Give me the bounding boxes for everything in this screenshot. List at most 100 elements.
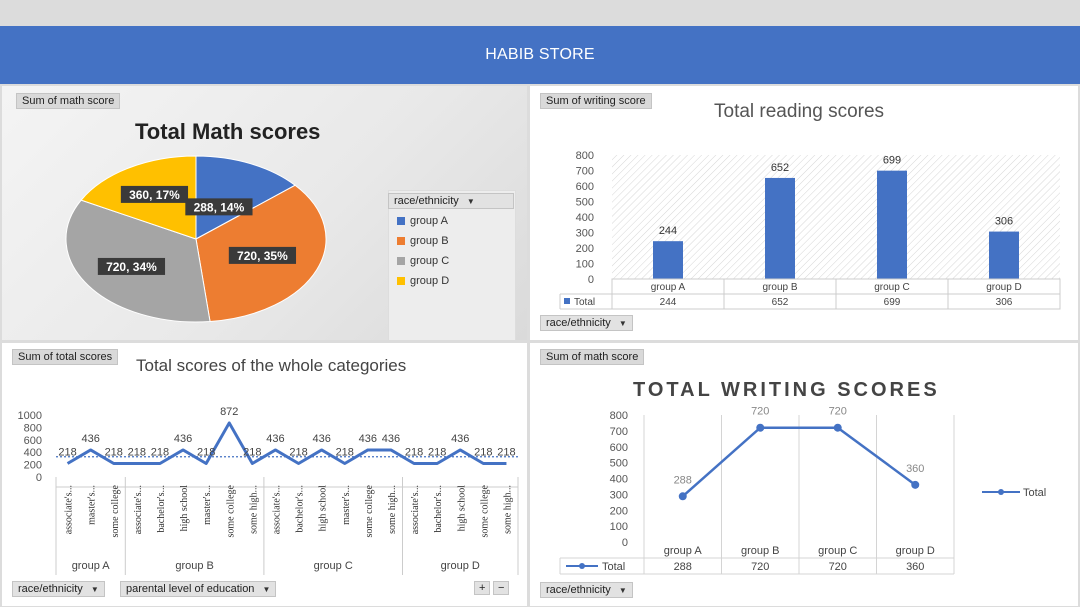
y-tick-label: 400 (576, 212, 594, 224)
x-category-label: master's... (87, 485, 98, 525)
group-label: group B (175, 560, 214, 572)
collapse-button[interactable]: − (493, 581, 510, 595)
legend-item: group A (397, 215, 448, 227)
y-tick-label: 800 (24, 422, 42, 434)
x-category-label: group A (664, 545, 703, 557)
top-strip (0, 0, 1080, 26)
legend-item: group B (397, 235, 449, 247)
total-line-chart: 02004006008001000 218 436 218 218 218 436 218 87… (18, 406, 519, 575)
data-label: 436 (266, 433, 284, 445)
legend-label: group C (410, 255, 450, 267)
data-label: 218 (289, 446, 307, 458)
x-category-label: bachelor's... (295, 485, 306, 533)
data-label: 244 (659, 225, 677, 237)
x-category-label: some high... (387, 485, 398, 534)
legend-swatch (397, 277, 405, 285)
x-category-label: group B (741, 545, 780, 557)
x-category-label: bachelor's... (433, 485, 444, 533)
legend-label: group B (410, 235, 449, 247)
data-label: 218 (105, 446, 123, 458)
legend-swatch (564, 298, 570, 304)
y-tick-label: 1000 (18, 410, 42, 422)
y-tick-label: 200 (576, 243, 594, 255)
data-label: 436 (174, 433, 192, 445)
data-label: 360 (906, 463, 924, 475)
data-label: 218 (151, 446, 169, 458)
y-tick-label: 700 (610, 426, 628, 438)
legend-marker (998, 489, 1004, 495)
x-category-label: high school (456, 485, 467, 532)
data-label: 218 (243, 446, 261, 458)
y-tick-label: 400 (24, 447, 42, 459)
expand-button[interactable]: + (474, 581, 491, 595)
x-category-label: associate's... (271, 485, 282, 534)
writing-line-chart: 0 100 200 300 400 500 600 700 800 288 720 720 360 gro… (559, 406, 1046, 575)
x-category-label: group B (762, 282, 797, 293)
y-tick-label: 400 (610, 474, 628, 486)
y-tick-label: 300 (576, 228, 594, 240)
dropdown-arrow-icon: ▼ (90, 585, 99, 594)
axis-field-button-2[interactable]: parental level of education ▼ (120, 581, 277, 597)
x-category-label: associate's... (410, 485, 421, 534)
axis-field-label: race/ethnicity (18, 583, 83, 595)
bar (765, 177, 795, 279)
legend-field-button[interactable]: race/ethnicity ▼ (388, 193, 514, 209)
data-label: 436 (81, 433, 99, 445)
data-point (678, 492, 687, 501)
legend-item: group C (397, 255, 449, 267)
y-tick-label: 0 (622, 537, 628, 549)
y-tick-label: 500 (610, 458, 628, 470)
data-label: 218 (336, 446, 354, 458)
y-tick-label: 0 (36, 472, 42, 484)
legend-field-label: race/ethnicity (394, 195, 459, 207)
x-category-label: group C (818, 545, 857, 557)
table-value: 288 (674, 561, 692, 573)
data-label: 218 (428, 446, 446, 458)
bar (877, 170, 907, 279)
data-label: 699 (883, 155, 901, 167)
x-category-label: master's... (202, 485, 213, 525)
table-value: 720 (751, 561, 769, 573)
data-label: 288, 14% (194, 200, 245, 214)
data-label: 436 (312, 433, 330, 445)
axis-field-button-1[interactable]: race/ethnicity ▼ (12, 581, 105, 597)
bar (989, 231, 1019, 279)
math-pie-panel: Sum of math score Total Math scores 288,… (2, 86, 527, 340)
x-category-label: group C (874, 282, 910, 293)
axis-field-button[interactable]: race/ethnicity ▼ (540, 582, 633, 598)
y-tick-label: 100 (610, 521, 628, 533)
table-value: 652 (772, 297, 789, 308)
x-category-label: group A (651, 282, 686, 293)
x-category-label: some college (364, 484, 375, 537)
table-value: 306 (996, 297, 1013, 308)
y-tick-label: 600 (576, 181, 594, 193)
x-category-label: bachelor's... (156, 485, 167, 533)
y-tick-label: 800 (610, 410, 628, 422)
table-value: 244 (660, 297, 677, 308)
data-label: 360, 17% (129, 188, 180, 202)
axis-field-label: race/ethnicity (546, 317, 611, 329)
dropdown-arrow-icon: ▼ (618, 586, 627, 595)
group-label: group C (314, 560, 353, 572)
dashboard-header: HABIB STORE (0, 26, 1080, 84)
axis-field-button[interactable]: race/ethnicity ▼ (540, 315, 633, 331)
data-label: 218 (58, 446, 76, 458)
legend-swatch (397, 257, 405, 265)
x-category-label: associate's... (64, 485, 75, 534)
legend-label: group D (410, 275, 450, 287)
table-legend-marker (579, 563, 585, 569)
bar-chart: 0 100 200 300 400 500 600 700 800 244 652 699 306 gro… (559, 150, 1061, 310)
legend-item: group D (397, 275, 449, 287)
x-category-label: some college (110, 484, 121, 537)
y-tick-label: 200 (610, 505, 628, 517)
dropdown-arrow-icon: ▼ (618, 319, 627, 328)
dropdown-arrow-icon: ▼ (262, 585, 271, 594)
data-label: 288 (674, 474, 692, 486)
data-label: 218 (128, 446, 146, 458)
legend-swatch (397, 217, 405, 225)
minus-icon: − (498, 582, 505, 594)
x-category-label: some high... (248, 485, 259, 534)
x-category-label: some college (479, 484, 490, 537)
legend-label: Total (1023, 487, 1046, 499)
data-point (833, 423, 842, 432)
